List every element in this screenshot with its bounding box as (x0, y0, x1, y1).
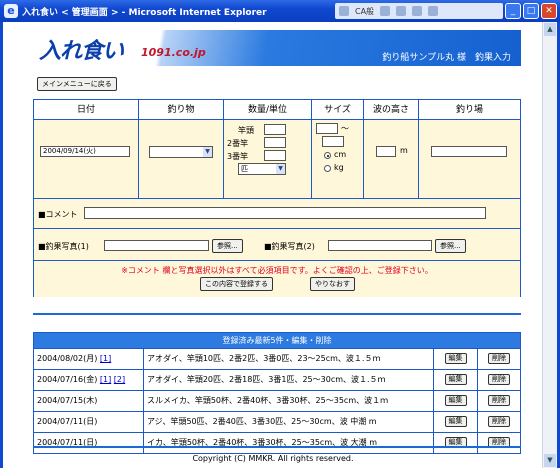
table-row: 2004/08/02(月) [1] アオダイ、竿頭10匹、2番2匹、3番0匹、2… (34, 348, 520, 369)
required-notice: ※コメント 欄と写真選択以外はすべて必須項目です。よくご確認の上、ご登録下さい。 (121, 266, 433, 275)
size-separator: 〜 (341, 124, 349, 133)
size-min-input[interactable] (316, 123, 338, 134)
chevron-down-icon: ▼ (203, 147, 212, 157)
edit-button[interactable]: 編集 (444, 395, 467, 406)
page-content: 入れ食い 1091.co.jp 釣り船サンプル丸 様 釣果入力 メインメニューに… (3, 22, 543, 468)
photo1-browse-button[interactable]: 参照... (212, 239, 243, 253)
user-info: 釣り船サンプル丸 様 釣果入力 (382, 53, 511, 63)
help-icon[interactable] (412, 6, 423, 16)
qty-2nd-input[interactable] (264, 137, 286, 148)
catch-entry-form: 日付 釣り物 数量/単位 サイズ 波の高さ 釣り場 2004/09/14(火) … (33, 99, 521, 297)
browser-frame: 入れ食い 1091.co.jp 釣り船サンプル丸 様 釣果入力 メインメニューに… (0, 22, 560, 468)
table-row: 2004/07/11(日) イカ、竿頭50杯、2番40杯、3番30杯、25〜35… (34, 432, 520, 453)
unit-select[interactable]: 匹 ▼ (238, 163, 286, 175)
header-quantity: 数量/単位 (224, 100, 312, 120)
wave-input[interactable] (376, 146, 396, 157)
header-fish: 釣り物 (139, 100, 224, 120)
divider (33, 313, 521, 315)
comment-input[interactable] (84, 207, 486, 219)
maximize-button[interactable]: □ (523, 3, 539, 19)
date-input[interactable]: 2004/09/14(火) (40, 146, 130, 157)
records-title: 登録済み最新5件・編集・削除 (34, 333, 520, 348)
spot-input[interactable] (431, 146, 507, 157)
table-row: 2004/07/11(日) アジ、竿頭50匹、2番40匹、3番30匹、25〜30… (34, 411, 520, 432)
delete-button[interactable]: 削除 (488, 395, 510, 406)
reset-button[interactable]: やりなおす (310, 277, 355, 291)
qty-3rd-input[interactable] (264, 150, 286, 161)
close-button[interactable]: ✕ (541, 3, 557, 19)
comment-row: ■コメント (34, 199, 520, 229)
record-date: 2004/07/16(金) (37, 375, 98, 384)
edit-button[interactable]: 編集 (444, 416, 467, 427)
photo2-browse-button[interactable]: 参照... (435, 239, 466, 253)
photo-link[interactable]: [1] (100, 375, 111, 384)
ie-icon: e (4, 4, 18, 18)
record-text: スルメイカ、竿頭50杯、2番40杯、3番30杯、25〜35cm、波１ｍ (144, 391, 434, 411)
record-date: 2004/07/11(日) (34, 433, 144, 453)
comment-label: ■コメント (38, 210, 78, 219)
footer-divider (33, 446, 521, 448)
delete-button[interactable]: 削除 (488, 416, 510, 427)
header-size: サイズ (312, 100, 364, 120)
window-titlebar: e 入れ食い < 管理画面 > - Microsoft Internet Exp… (0, 0, 560, 22)
record-text: アオダイ、竿頭20匹、2番18匹、3番1匹、25〜30cm、波１.５ｍ (144, 370, 434, 390)
delete-button[interactable]: 削除 (488, 353, 510, 364)
qty-top-input[interactable] (264, 124, 286, 135)
photo-link[interactable]: [1] (100, 354, 111, 363)
wave-unit: m (400, 146, 408, 155)
vertical-scrollbar[interactable]: ▲ ▼ (542, 22, 557, 468)
photo1-file-input[interactable] (104, 240, 209, 251)
edit-button[interactable]: 編集 (444, 374, 467, 385)
language-bar[interactable]: CA般 (335, 3, 503, 19)
scroll-down-icon[interactable]: ▼ (544, 454, 556, 467)
edit-button[interactable]: 編集 (444, 353, 467, 364)
pad-icon[interactable] (396, 6, 407, 16)
qty-label-top: 竿頭 (238, 126, 254, 135)
main-menu-button[interactable]: メインメニューに戻る (37, 77, 117, 91)
size-max-input[interactable] (322, 136, 344, 147)
photo-link[interactable]: [2] (114, 375, 125, 384)
table-row: 2004/07/16(金) [1] [2] アオダイ、竿頭20匹、2番18匹、3… (34, 369, 520, 390)
unit-cm-radio[interactable] (324, 152, 331, 159)
qty-label-2nd: 2番竿 (227, 139, 249, 148)
record-date: 2004/07/15(木) (34, 391, 144, 411)
photo-row: ■釣果写真(1) 参照... ■釣果写真(2) 参照... (34, 229, 520, 261)
recent-records-table: 登録済み最新5件・編集・削除 2004/08/02(月) [1] アオダイ、竿頭… (33, 332, 521, 454)
site-domain: 1091.co.jp (141, 46, 206, 59)
table-row: 2004/07/15(木) スルメイカ、竿頭50杯、2番40杯、3番30杯、25… (34, 390, 520, 411)
record-date: 2004/07/11(日) (34, 412, 144, 432)
chevron-down-icon: ▼ (276, 164, 285, 174)
delete-button[interactable]: 削除 (488, 374, 510, 385)
header-date: 日付 (34, 100, 139, 120)
record-text: アジ、竿頭50匹、2番40匹、3番30匹、25〜30cm、波 中潮 m (144, 412, 434, 432)
photo2-label: ■釣果写真(2) (264, 242, 315, 251)
record-text: イカ、竿頭50杯、2番40杯、3番30杯、25〜35cm、波 大潮 m (144, 433, 434, 453)
unit-kg-radio[interactable] (324, 165, 331, 172)
site-logo: 入れ食い (39, 38, 124, 64)
header-spot: 釣り場 (419, 100, 520, 120)
qty-label-3rd: 3番竿 (227, 152, 249, 161)
form-notice: ※コメント 欄と写真選択以外はすべて必須項目です。よくご確認の上、ご登録下さい。… (34, 261, 520, 297)
photo2-file-input[interactable] (328, 240, 432, 251)
ime-mode-label: CA般 (355, 7, 375, 16)
record-text: アオダイ、竿頭10匹、2番2匹、3番0匹、23〜25cm、波１.５ｍ (144, 349, 434, 369)
minimize-button[interactable]: _ (505, 3, 521, 19)
record-date: 2004/08/02(月) (37, 354, 98, 363)
site-banner: 入れ食い 1091.co.jp 釣り船サンプル丸 様 釣果入力 (33, 30, 521, 66)
header-wave: 波の高さ (364, 100, 419, 120)
scroll-up-icon[interactable]: ▲ (544, 23, 556, 36)
unit-cm-label: cm (334, 150, 347, 159)
photo1-label: ■釣果写真(1) (38, 242, 89, 251)
window-title: 入れ食い < 管理画面 > - Microsoft Internet Explo… (22, 8, 267, 18)
ime-icon[interactable] (339, 6, 349, 16)
fish-select[interactable]: ▼ (149, 146, 213, 158)
submit-button[interactable]: この内容で登録する (200, 277, 273, 291)
copyright: Copyright (C) MMKR. All rights reserved. (192, 454, 354, 463)
tool-icon[interactable] (380, 6, 391, 16)
unit-kg-label: kg (334, 163, 344, 172)
options-icon[interactable] (428, 6, 439, 16)
